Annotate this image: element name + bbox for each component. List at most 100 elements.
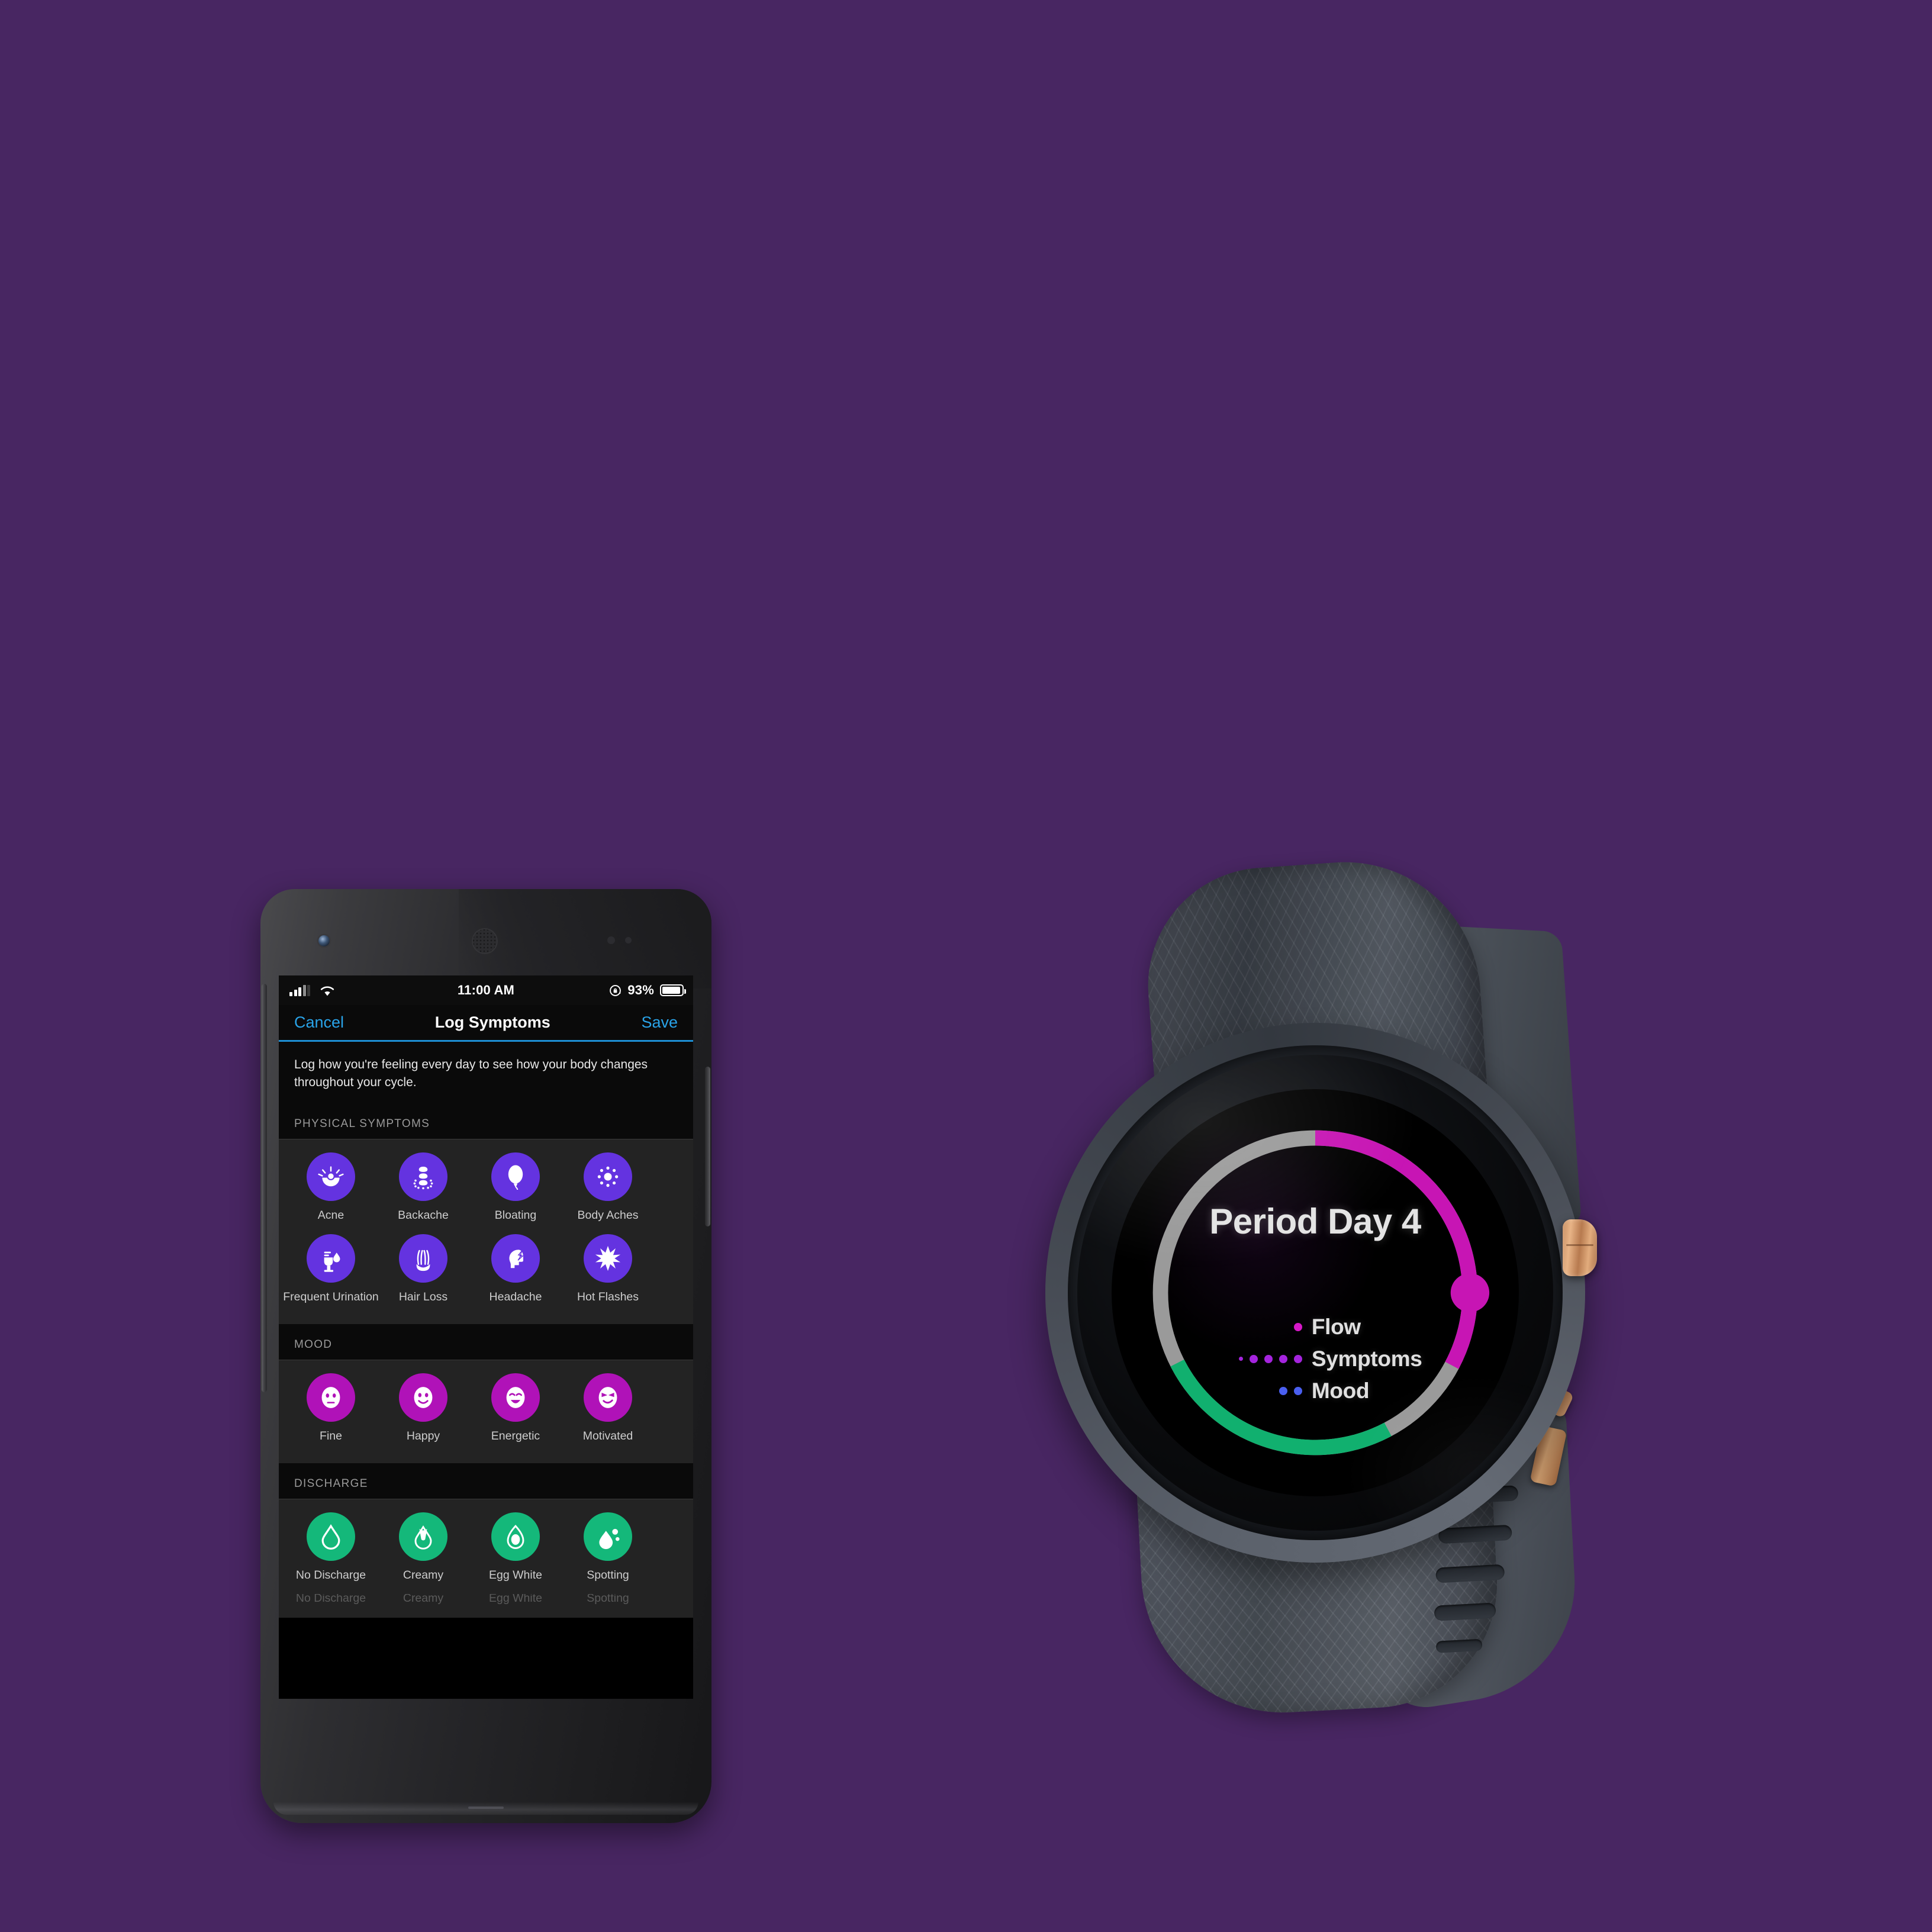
symptom-sections: PHYSICAL SYMPTOMS Acne Backache Bloating Bod…	[279, 1103, 693, 1618]
symptom-label: Body Aches	[577, 1208, 639, 1222]
face-neutral-icon[interactable]	[307, 1373, 355, 1422]
status-bar-clock: 11:00 AM	[457, 983, 515, 997]
front-camera-icon	[318, 935, 330, 946]
symptom-label: Happy	[406, 1429, 440, 1442]
symptom-label: Spotting	[587, 1568, 629, 1582]
droplet-outline-icon[interactable]	[307, 1512, 355, 1561]
symptom-label: Backache	[398, 1208, 449, 1222]
symptom-option-hair-loss[interactable]: Hair Loss	[377, 1234, 469, 1304]
egg-white-icon[interactable]	[491, 1512, 540, 1561]
watch-display[interactable]: Period Day 4 Flow Symptoms Mood	[1112, 1089, 1519, 1496]
watch-side-button[interactable]	[1563, 1219, 1597, 1276]
symptom-label: Motivated	[582, 1429, 633, 1442]
legend-dots	[1236, 1354, 1312, 1363]
symptom-label: Bloating	[494, 1208, 537, 1222]
symptom-label: Fine	[320, 1429, 342, 1442]
toilet-icon[interactable]	[307, 1234, 355, 1283]
earpiece-speaker-icon	[472, 928, 498, 954]
page-title: Log Symptoms	[434, 1013, 550, 1031]
legend-label: Symptoms	[1311, 1346, 1422, 1371]
hot-flashes-sunburst-icon[interactable]	[584, 1234, 632, 1283]
symptom-option-clipped[interactable]: Creamy	[377, 1594, 469, 1605]
legend-row-symptoms: Symptoms	[1112, 1343, 1519, 1375]
creamy-droplet-icon[interactable]	[399, 1512, 447, 1561]
legend-dot	[1279, 1386, 1287, 1395]
cycle-ring-chart	[1152, 1130, 1490, 1456]
legend-dots	[1236, 1322, 1312, 1331]
symptom-option-bloating[interactable]: Bloating	[469, 1152, 562, 1222]
cancel-button[interactable]: Cancel	[294, 1013, 344, 1032]
today-marker-dot	[1450, 1273, 1490, 1312]
section-body: Acne Backache Bloating Body Aches Frequent U…	[279, 1139, 693, 1324]
face-determined-icon[interactable]	[584, 1373, 632, 1422]
spotting-droplets-icon[interactable]	[584, 1512, 632, 1561]
symptom-option-motivated[interactable]: Motivated	[562, 1373, 654, 1443]
phone-volume-rocker[interactable]	[262, 984, 267, 1392]
face-grin-icon[interactable]	[491, 1373, 540, 1422]
symptom-option-body-aches[interactable]: Body Aches	[562, 1152, 654, 1222]
symptom-option-frequent-urination[interactable]: Frequent Urination	[283, 1234, 379, 1304]
nav-bar: Cancel Log Symptoms Save	[279, 1005, 693, 1042]
phone-power-button[interactable]	[705, 1067, 710, 1226]
symptom-label: Creamy	[402, 1568, 444, 1582]
symptom-label: No Discharge	[295, 1568, 366, 1582]
symptom-label: Acne	[317, 1208, 344, 1222]
symptom-option-clipped[interactable]: Egg White	[469, 1594, 562, 1605]
symptom-row: Frequent Urination Hair Loss Headache Hot F…	[279, 1234, 693, 1316]
section-body: No Discharge Creamy Egg White Spotting No Di…	[279, 1499, 693, 1618]
legend-row-flow: Flow	[1112, 1311, 1519, 1343]
symptom-label: Hot Flashes	[577, 1290, 639, 1303]
legend-dot	[1249, 1354, 1258, 1363]
symptom-option-headache[interactable]: Headache	[469, 1234, 562, 1304]
backache-spine-icon[interactable]	[399, 1152, 447, 1201]
section-header-discharge: DISCHARGE	[279, 1463, 693, 1499]
symptom-option-energetic[interactable]: Energetic	[469, 1373, 562, 1443]
symptom-label: Egg White	[489, 1568, 542, 1582]
legend-label: Mood	[1311, 1378, 1370, 1403]
symptom-row: No Discharge Creamy Egg White Spotting	[279, 1512, 693, 1594]
symptom-option-egg-white[interactable]: Egg White	[469, 1512, 562, 1582]
section-header-physical-symptoms: PHYSICAL SYMPTOMS	[279, 1103, 693, 1139]
legend-dot	[1264, 1354, 1273, 1363]
symptom-row: Fine Happy Energetic Motivated	[279, 1373, 693, 1455]
watch-case: Period Day 4 Flow Symptoms Mood	[1045, 1023, 1585, 1563]
battery-icon	[660, 984, 686, 996]
symptom-option-fine[interactable]: Fine	[285, 1373, 377, 1443]
legend-dot	[1279, 1354, 1287, 1363]
legend-dot	[1293, 1386, 1302, 1395]
intro-description: Log how you're feeling every day to see …	[279, 1042, 693, 1103]
symptom-option-spotting[interactable]: Spotting	[562, 1512, 654, 1582]
symptom-label: Spotting	[587, 1593, 629, 1605]
symptom-row: Acne Backache Bloating Body Aches	[279, 1152, 693, 1234]
symptom-option-clipped[interactable]: Spotting	[562, 1594, 654, 1605]
symptom-option-acne[interactable]: Acne	[285, 1152, 377, 1222]
symptom-label: Headache	[489, 1290, 542, 1303]
symptom-label: Frequent Urination	[283, 1290, 379, 1303]
legend-dot	[1293, 1322, 1302, 1331]
symptom-option-creamy[interactable]: Creamy	[377, 1512, 469, 1582]
save-button[interactable]: Save	[641, 1013, 678, 1032]
symptom-label: Energetic	[491, 1429, 540, 1442]
symptom-label: Creamy	[402, 1593, 444, 1605]
face-smile-icon[interactable]	[399, 1373, 447, 1422]
watch-legend: Flow Symptoms Mood	[1112, 1311, 1519, 1407]
phone-screen: 11:00 AM 93% Cancel Log Symptoms Save Lo…	[279, 975, 693, 1699]
symptom-option-no-discharge[interactable]: No Discharge	[285, 1512, 377, 1582]
legend-dot	[1293, 1354, 1302, 1363]
symptom-option-backache[interactable]: Backache	[377, 1152, 469, 1222]
phone-bottom-speaker-icon	[468, 1807, 504, 1809]
symptom-label: No Discharge	[295, 1593, 366, 1605]
symptom-row-clipped: No Discharge Creamy Egg White Spotting	[279, 1594, 693, 1609]
hair-loss-icon[interactable]	[399, 1234, 447, 1283]
legend-row-mood: Mood	[1112, 1375, 1519, 1407]
body-aches-icon[interactable]	[584, 1152, 632, 1201]
symptom-option-hot-flashes[interactable]: Hot Flashes	[562, 1234, 654, 1304]
symptom-label: Hair Loss	[398, 1290, 448, 1303]
bloating-balloon-icon[interactable]	[491, 1152, 540, 1201]
section-header-mood: MOOD	[279, 1324, 693, 1360]
symptom-option-clipped[interactable]: No Discharge	[285, 1594, 377, 1605]
headache-icon[interactable]	[491, 1234, 540, 1283]
symptom-option-happy[interactable]: Happy	[377, 1373, 469, 1443]
legend-dots	[1236, 1386, 1312, 1395]
acne-icon[interactable]	[307, 1152, 355, 1201]
